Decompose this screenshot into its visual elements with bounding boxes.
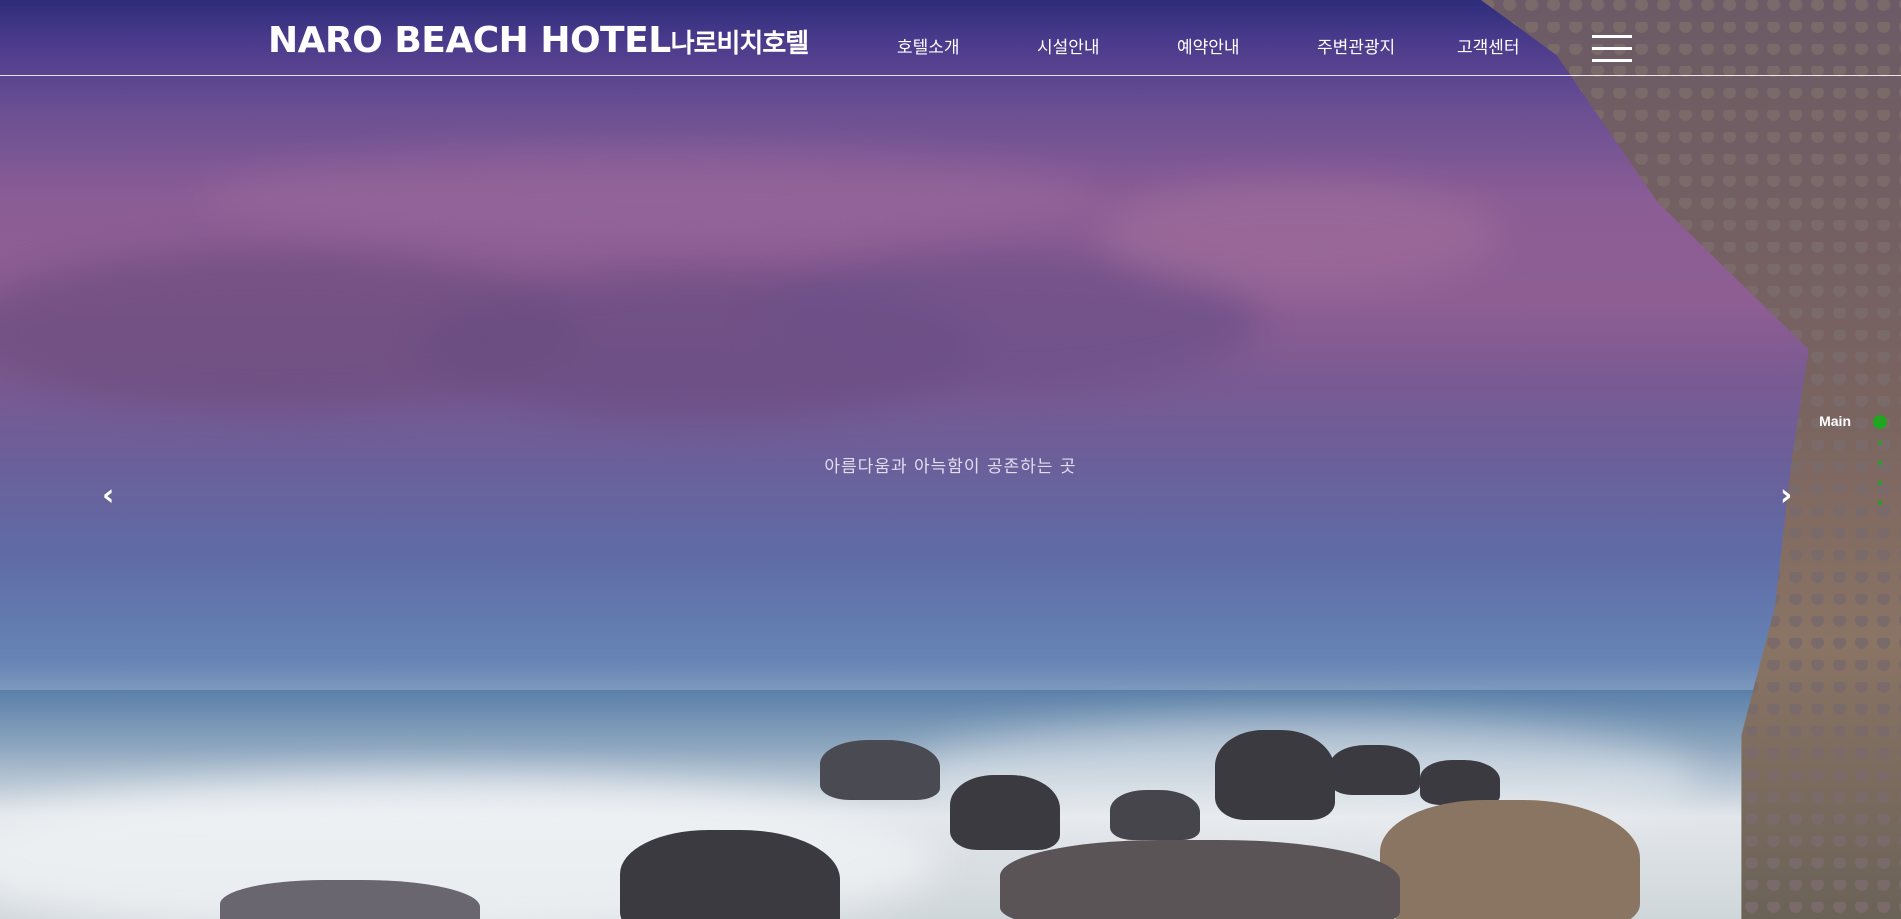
rock (820, 740, 940, 800)
logo-english: NARO BEACH HOTEL (268, 20, 671, 61)
logo[interactable]: NARO BEACH HOTEL나로비치호텔 (268, 20, 810, 61)
pager-dot[interactable] (1878, 501, 1882, 505)
rock (1420, 760, 1500, 805)
pager-dot[interactable] (1878, 461, 1882, 465)
hamburger-menu-icon[interactable] (1592, 35, 1632, 63)
nav-hotel-intro[interactable]: 호텔소개 (897, 33, 960, 58)
chevron-left-icon[interactable]: ‹ (102, 478, 114, 513)
rock (950, 775, 1060, 850)
site-header: NARO BEACH HOTEL나로비치호텔 호텔소개 시설안내 예약안내 주변… (0, 0, 1901, 76)
rock (1000, 840, 1400, 919)
rock (1215, 730, 1335, 820)
rock (1380, 800, 1640, 919)
section-pager: Main (1807, 413, 1887, 513)
logo-korean: 나로비치호텔 (670, 29, 810, 59)
hero-slogan: 아름다움과 아늑함이 공존하는 곳 (824, 457, 1077, 477)
rock (1110, 790, 1200, 840)
chevron-right-icon[interactable]: › (1780, 478, 1792, 513)
nav-customer-center[interactable]: 고객센터 (1457, 33, 1520, 58)
pager-dot-active[interactable] (1873, 415, 1887, 429)
rock (620, 830, 840, 919)
pager-dot[interactable] (1878, 481, 1882, 485)
nav-reservation[interactable]: 예약안내 (1177, 33, 1240, 58)
nav-attractions[interactable]: 주변관광지 (1317, 33, 1395, 58)
nav-facilities[interactable]: 시설안내 (1037, 33, 1100, 58)
cloud (1100, 180, 1500, 290)
rock (1330, 745, 1420, 795)
pager-label: Main (1819, 413, 1851, 429)
cloud (200, 150, 1100, 240)
pager-dot[interactable] (1878, 441, 1882, 445)
